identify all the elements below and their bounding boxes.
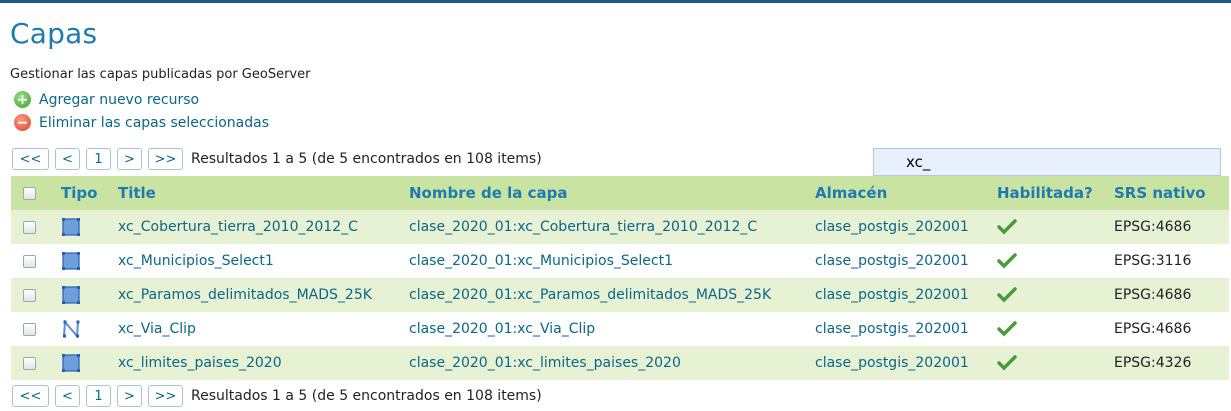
column-header-srs[interactable]: SRS nativo (1114, 176, 1229, 210)
column-header-name[interactable]: Nombre de la capa (409, 176, 815, 210)
store-link[interactable]: clase_postgis_202001 (815, 346, 997, 380)
store-link[interactable]: clase_postgis_202001 (815, 244, 997, 278)
column-header-type[interactable]: Tipo (47, 176, 118, 210)
pager-last-button[interactable]: >> (148, 148, 183, 170)
column-header-store[interactable]: Almacén (815, 176, 997, 210)
page-title: Capas (10, 17, 98, 50)
store-link[interactable]: clase_postgis_202001 (815, 278, 997, 312)
table-header-row: Tipo Title Nombre de la capa Almacén Hab… (11, 176, 1229, 210)
enabled-check-icon (997, 321, 1017, 337)
pager-results-info: Resultados 1 a 5 (de 5 encontrados en 10… (191, 388, 542, 404)
pager-next-button[interactable]: > (117, 385, 142, 407)
srs-value: EPSG:4686 (1114, 321, 1192, 337)
row-checkbox[interactable] (23, 220, 36, 234)
enabled-check-icon (997, 219, 1017, 235)
enabled-check-icon (997, 287, 1017, 303)
row-checkbox[interactable] (23, 356, 36, 370)
layer-name-link[interactable]: clase_2020_01:xc_Via_Clip (409, 312, 815, 346)
add-circle-icon: + (14, 91, 31, 108)
layer-name-link[interactable]: clase_2020_01:xc_Cobertura_tierra_2010_2… (409, 210, 815, 244)
layer-title-link[interactable]: xc_Municipios_Select1 (118, 244, 409, 278)
layer-name-link[interactable]: clase_2020_01:xc_Paramos_delimitados_MAD… (409, 278, 815, 312)
enabled-check-icon (997, 355, 1017, 371)
table-row: xc_Via_Clip clase_2020_01:xc_Via_Clip cl… (11, 312, 1229, 346)
enabled-check-icon (997, 253, 1017, 269)
srs-value: EPSG:3116 (1114, 253, 1192, 269)
column-header-title[interactable]: Title (118, 176, 409, 210)
remove-circle-icon: − (14, 114, 31, 131)
row-checkbox[interactable] (23, 288, 36, 302)
layer-name-link[interactable]: clase_2020_01:xc_limites_paises_2020 (409, 346, 815, 380)
store-link[interactable]: clase_postgis_202001 (815, 210, 997, 244)
store-link[interactable]: clase_postgis_202001 (815, 312, 997, 346)
select-all-checkbox[interactable] (23, 187, 36, 200)
row-checkbox[interactable] (23, 254, 36, 268)
pager-prev-button[interactable]: < (55, 148, 80, 170)
add-resource-label: Agregar nuevo recurso (39, 91, 200, 108)
polygon-layer-icon (62, 252, 80, 270)
remove-selected-label: Eliminar las capas seleccionadas (39, 114, 269, 131)
layer-title-link[interactable]: xc_Cobertura_tierra_2010_2012_C (118, 210, 409, 244)
srs-value: EPSG:4326 (1114, 355, 1192, 371)
row-checkbox[interactable] (23, 322, 36, 336)
table-row: xc_limites_paises_2020 clase_2020_01:xc_… (11, 346, 1229, 380)
pager-page-button[interactable]: 1 (86, 385, 111, 407)
srs-value: EPSG:4686 (1114, 219, 1192, 235)
layer-title-link[interactable]: xc_limites_paises_2020 (118, 346, 409, 380)
layer-title-link[interactable]: xc_Via_Clip (118, 312, 409, 346)
column-header-enabled[interactable]: Habilitada? (997, 176, 1114, 210)
polygon-layer-icon (62, 218, 80, 236)
pager-results-info: Resultados 1 a 5 (de 5 encontrados en 10… (191, 151, 542, 167)
table-row: xc_Cobertura_tierra_2010_2012_C clase_20… (11, 210, 1229, 244)
filter-input[interactable]: xc_ (873, 148, 1221, 176)
add-resource-link[interactable]: + Agregar nuevo recurso (14, 91, 199, 108)
polygon-layer-icon (62, 286, 80, 304)
pager-next-button[interactable]: > (117, 148, 142, 170)
polygon-layer-icon (62, 354, 80, 372)
table-row: xc_Municipios_Select1 clase_2020_01:xc_M… (11, 244, 1229, 278)
srs-value: EPSG:4686 (1114, 287, 1192, 303)
layers-table: Tipo Title Nombre de la capa Almacén Hab… (11, 176, 1229, 380)
pager-first-button[interactable]: << (12, 148, 49, 170)
pager-bottom: << < 1 > >> Resultados 1 a 5 (de 5 encon… (12, 385, 542, 407)
remove-selected-link[interactable]: − Eliminar las capas seleccionadas (14, 114, 269, 131)
page-subtitle: Gestionar las capas publicadas por GeoSe… (10, 67, 311, 82)
pager-first-button[interactable]: << (12, 385, 49, 407)
top-border (0, 0, 1231, 3)
layer-title-link[interactable]: xc_Paramos_delimitados_MADS_25K (118, 278, 409, 312)
select-all-cell (11, 176, 47, 210)
pager-last-button[interactable]: >> (148, 385, 183, 407)
layer-name-link[interactable]: clase_2020_01:xc_Municipios_Select1 (409, 244, 815, 278)
table-row: xc_Paramos_delimitados_MADS_25K clase_20… (11, 278, 1229, 312)
line-layer-icon (63, 319, 80, 339)
pager-prev-button[interactable]: < (55, 385, 80, 407)
pager-top: << < 1 > >> Resultados 1 a 5 (de 5 encon… (12, 148, 542, 170)
pager-page-button[interactable]: 1 (86, 148, 111, 170)
